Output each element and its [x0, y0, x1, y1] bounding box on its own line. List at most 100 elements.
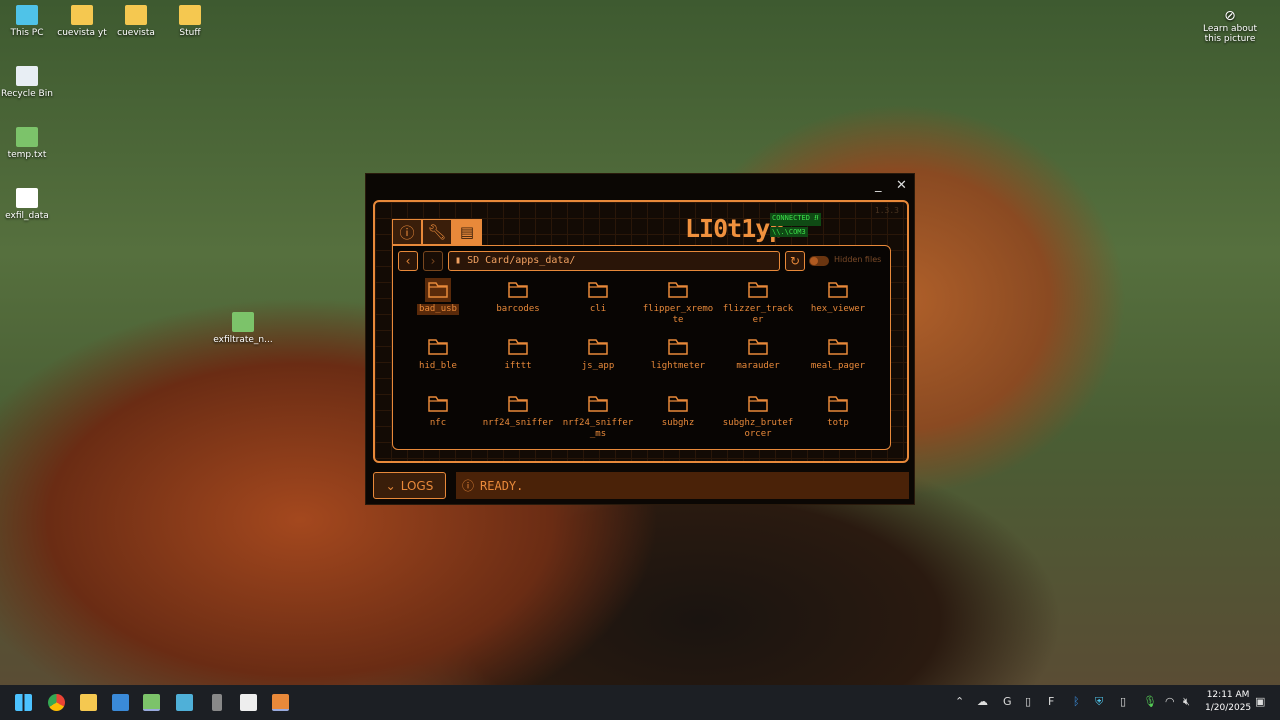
- folder-icon: [825, 278, 851, 302]
- hidden-files-label: Hidden files: [834, 255, 882, 264]
- clock[interactable]: 12:11 AM 1/20/2025: [1205, 689, 1251, 715]
- tablet-icon[interactable]: ▯: [1025, 695, 1031, 708]
- folder-item[interactable]: lightmeter: [638, 335, 718, 392]
- desktop-icon[interactable]: Recycle Bin: [0, 66, 57, 99]
- taskbar: ⌃ ☁ G ▯ F ᛒ ⛨ ▯ 🎙︎ ◠ 🔇︎ 12:11 AM 1/20/202…: [0, 685, 1280, 720]
- port-badge: \\.\COM3: [770, 227, 808, 237]
- minimize-button[interactable]: _: [875, 178, 882, 193]
- desktop-icon[interactable]: This PC: [0, 5, 57, 38]
- wifi-icon[interactable]: ◠: [1165, 695, 1175, 708]
- f-app-icon[interactable]: F: [1048, 695, 1054, 708]
- folder-item[interactable]: nfc: [398, 392, 478, 449]
- file-icon: [125, 5, 147, 25]
- refresh-icon: ↻: [789, 254, 801, 268]
- folder-item[interactable]: flipper_xremote: [638, 278, 718, 335]
- app-logo: LI0t1yp: [685, 214, 784, 243]
- folder-item[interactable]: marauder: [718, 335, 798, 392]
- folder-item[interactable]: totp: [798, 392, 878, 449]
- close-button[interactable]: ✕: [896, 178, 907, 193]
- logitech-icon[interactable]: G: [1003, 695, 1012, 708]
- chevron-right-icon: ›: [430, 254, 436, 268]
- file-icon: [16, 127, 38, 147]
- chevron-up-icon[interactable]: ⌃: [955, 695, 964, 708]
- folder-icon: [825, 392, 851, 416]
- folder-icon: [425, 392, 451, 416]
- folder-item[interactable]: ifttt: [478, 335, 558, 392]
- file-icon: [16, 5, 38, 25]
- folder-icon: [425, 335, 451, 359]
- refresh-button[interactable]: ↻: [785, 251, 805, 271]
- file-icon: [16, 66, 38, 86]
- wrench-icon: 🔧︎: [427, 223, 447, 241]
- folder-icon: [505, 392, 531, 416]
- cloud-icon[interactable]: ☁: [977, 695, 988, 708]
- file-browser: ‹ › ▮ SD Card/apps_data/ ↻ Hidden files …: [392, 245, 891, 450]
- folder-icon: [745, 335, 771, 359]
- logs-button[interactable]: ⌄ LOGS: [373, 472, 446, 499]
- folder-icon: [745, 392, 771, 416]
- chrome-icon[interactable]: [48, 694, 65, 711]
- folder-icon: [825, 335, 851, 359]
- chevron-down-icon: ⌄: [385, 478, 396, 493]
- folder-item[interactable]: hid_ble: [398, 335, 478, 392]
- version-label: 1.3.3: [874, 206, 899, 215]
- folder-item[interactable]: barcodes: [478, 278, 558, 335]
- bluetooth-icon[interactable]: ᛒ: [1073, 695, 1080, 708]
- folder-item[interactable]: bad_usb: [398, 278, 478, 335]
- tab-files[interactable]: ▤: [452, 219, 482, 245]
- folder-icon: [585, 278, 611, 302]
- back-button[interactable]: ‹: [398, 251, 418, 271]
- desktop-icon[interactable]: exfil_data: [0, 188, 57, 221]
- sd-card-icon: ▮: [455, 255, 462, 266]
- folder-item[interactable]: subghz: [638, 392, 718, 449]
- folder-icon: [665, 278, 691, 302]
- desktop-icon[interactable]: Stuff: [160, 5, 220, 38]
- folder-icon: [585, 392, 611, 416]
- paint-icon[interactable]: [240, 694, 257, 711]
- desktop-icon[interactable]: cuevista: [106, 5, 166, 38]
- folder-icon: [585, 335, 611, 359]
- file-grid: bad_usb barcodes cli flipper_xremote flizzer…: [398, 278, 878, 449]
- file-icon: [179, 5, 201, 25]
- microphone-icon[interactable]: 🎙︎: [1143, 695, 1157, 708]
- chevron-left-icon: ‹: [405, 254, 411, 268]
- security-warning-icon[interactable]: ⛨: [1095, 695, 1103, 709]
- desktop-icon[interactable]: cuevista yt: [52, 5, 112, 38]
- tab-tools[interactable]: 🔧︎: [422, 219, 452, 245]
- folder-item[interactable]: hex_viewer: [798, 278, 878, 335]
- file-icon: [71, 5, 93, 25]
- info-icon: ⓘ: [462, 479, 475, 493]
- folder-icon: [505, 278, 531, 302]
- status-bar: ⓘ READY.: [456, 472, 909, 499]
- notepad-plus-icon[interactable]: [143, 694, 160, 711]
- start-icon[interactable]: [15, 694, 32, 711]
- folder-item[interactable]: cli: [558, 278, 638, 335]
- photos-icon[interactable]: [112, 694, 129, 711]
- folder-item[interactable]: meal_pager: [798, 335, 878, 392]
- tab-info[interactable]: ⓘ: [392, 219, 422, 245]
- desktop-icon[interactable]: temp.txt: [0, 127, 57, 160]
- usb-tool-icon[interactable]: [212, 694, 222, 711]
- document-icon: ▤: [459, 223, 475, 241]
- notepad-icon[interactable]: [176, 694, 193, 711]
- notifications-icon[interactable]: ▣: [1255, 695, 1265, 708]
- folder-item[interactable]: flizzer_tracker: [718, 278, 798, 335]
- folder-icon: [745, 278, 771, 302]
- forward-button[interactable]: ›: [423, 251, 443, 271]
- folder-item[interactable]: js_app: [558, 335, 638, 392]
- folder-icon: [425, 278, 451, 302]
- folder-item[interactable]: subghz_bruteforcer: [718, 392, 798, 449]
- speaker-muted-icon[interactable]: 🔇︎: [1183, 695, 1190, 709]
- folder-item[interactable]: nrf24_sniffer_ms: [558, 392, 638, 449]
- folder-icon: [665, 392, 691, 416]
- info-icon: ⓘ: [399, 223, 415, 242]
- camera-icon: ⊘: [1224, 8, 1236, 24]
- file-explorer-icon[interactable]: [80, 694, 97, 711]
- path-input[interactable]: ▮ SD Card/apps_data/: [448, 251, 780, 271]
- folder-item[interactable]: nrf24_sniffer: [478, 392, 558, 449]
- lab-app-icon[interactable]: [272, 694, 289, 711]
- hidden-files-toggle[interactable]: [809, 256, 829, 266]
- learn-about-picture[interactable]: ⊘ Learn about this picture: [1200, 8, 1260, 44]
- desktop-icon[interactable]: exfiltrate_n...: [213, 312, 273, 345]
- usb-drive-icon[interactable]: ▯: [1120, 695, 1126, 708]
